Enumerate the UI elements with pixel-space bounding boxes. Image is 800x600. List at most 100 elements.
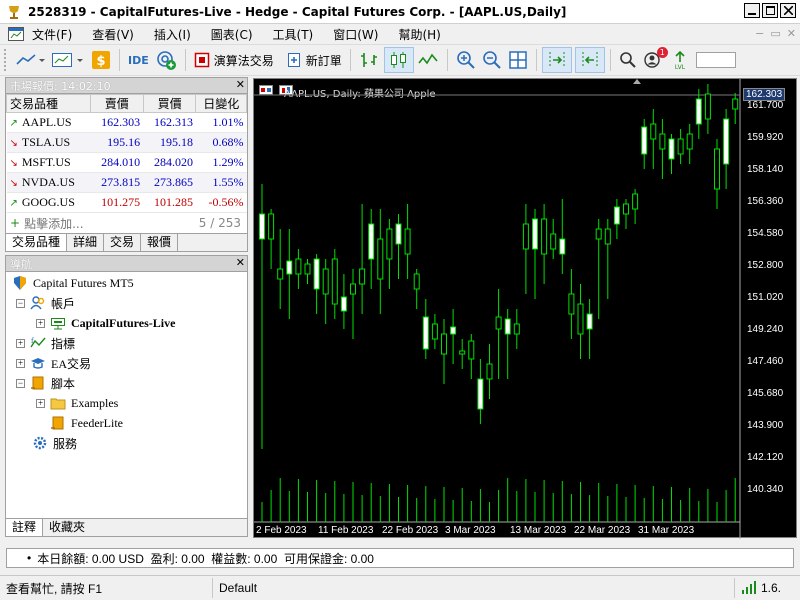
chart-shift-marker[interactable] (633, 79, 641, 84)
nav-indicators[interactable]: + f 指標 (16, 333, 75, 353)
table-row[interactable]: ↘ TSLA.US 195.16 195.18 0.68% (6, 132, 247, 153)
search-button[interactable] (616, 47, 640, 73)
mdi-restore-button[interactable]: ▭ (770, 27, 780, 40)
vps-button[interactable]: LVL (668, 47, 692, 73)
plus-icon: + (10, 216, 21, 230)
expand-icon[interactable]: + (36, 398, 45, 408)
nav-examples[interactable]: + Examples (36, 393, 118, 413)
column-header-change[interactable]: 日變化 (195, 94, 247, 113)
symbol-cell: ↘ TSLA.US (6, 132, 91, 153)
candle-body (677, 138, 684, 155)
tab-trading[interactable]: 交易 (104, 234, 142, 251)
tab-symbols[interactable]: 交易品種 (6, 234, 68, 251)
new-order-icon (287, 53, 300, 67)
candle-body (723, 118, 730, 165)
candle-body (522, 223, 529, 250)
price-axis-label: 159.920 (747, 132, 784, 143)
nav-services[interactable]: 服務 (32, 433, 77, 453)
menu-file[interactable]: 文件(F) (32, 26, 72, 43)
menu-window[interactable]: 窗口(W) (333, 26, 378, 43)
candlestick-button[interactable] (383, 47, 414, 73)
collapse-icon[interactable]: − (16, 298, 25, 308)
expand-icon[interactable]: + (36, 318, 45, 328)
line-chart-button[interactable] (414, 47, 442, 73)
svg-text:LVL: LVL (675, 64, 686, 70)
ide-label: IDE (128, 53, 149, 67)
tab-ticks[interactable]: 報價 (141, 234, 179, 251)
bar-chart-button[interactable] (356, 47, 384, 73)
tile-windows-button[interactable] (505, 47, 531, 73)
menu-charts[interactable]: 圖表(C) (211, 26, 253, 43)
nav-accounts[interactable]: − 帳戶 (16, 293, 75, 313)
candle-body (550, 233, 557, 250)
folder-icon (50, 395, 66, 411)
zoom-out-button[interactable] (479, 47, 505, 73)
mdi-minimize-button[interactable]: − (755, 27, 764, 40)
dollar-button[interactable]: $ (88, 47, 114, 73)
signals-button[interactable] (152, 47, 180, 73)
arrow-up-icon: ↗ (9, 118, 18, 129)
maximize-button[interactable] (762, 3, 778, 18)
ide-button[interactable]: IDE (125, 47, 152, 73)
candle-body (404, 228, 411, 255)
account-summary-bar: • 本日餘額: 0.00 USD 盈利: 0.00 權益數: 0.00 可用保證… (0, 546, 800, 570)
nav-account-live[interactable]: + CapitalFutures-Live (36, 313, 175, 333)
status-connection-segment[interactable]: 1.6. (735, 578, 781, 598)
candle-body (377, 238, 384, 280)
algo-trading-button[interactable]: 演算法交易 (191, 47, 277, 73)
timeframe-button[interactable] (48, 47, 88, 73)
autoscroll-button[interactable] (541, 47, 572, 73)
tab-favorites[interactable]: 收藏夾 (43, 519, 91, 536)
nav-scripts[interactable]: − 腳本 (16, 373, 75, 393)
close-button[interactable] (780, 3, 796, 18)
nav-root[interactable]: Capital Futures MT5 (12, 273, 134, 293)
table-row[interactable]: ↗ AAPL.US 162.303 162.313 1.01% (6, 112, 247, 133)
nav-experts[interactable]: + EA交易 (16, 353, 91, 373)
minimize-button[interactable] (744, 3, 760, 18)
menu-view[interactable]: 查看(V) (92, 26, 134, 43)
expand-icon[interactable]: + (16, 338, 25, 348)
candle-body (340, 296, 347, 312)
candle-body (459, 350, 466, 355)
account-button[interactable]: 1 (640, 47, 668, 73)
candle-body (595, 228, 602, 240)
zoom-in-icon (456, 51, 475, 69)
chart-shift-button[interactable] (574, 47, 605, 73)
collapse-icon[interactable]: − (16, 378, 25, 388)
column-header-symbol[interactable]: 交易品種 (6, 94, 91, 113)
arrow-down-icon: ↘ (9, 158, 18, 169)
nav-examples-label: Examples (71, 395, 119, 410)
status-profile-segment[interactable]: Default (213, 578, 735, 598)
signal-strength-icon (742, 581, 756, 594)
status-bar: 查看幫忙, 請按 F1 Default 1.6. (0, 575, 800, 600)
tab-common[interactable]: 註釋 (6, 519, 44, 536)
price-chart[interactable]: AAPL.US, Daily: 蘋果公司 Apple 162.303 161.7… (253, 78, 798, 539)
tab-details[interactable]: 詳細 (67, 234, 105, 251)
table-row[interactable]: ↗ GOOG.US 101.275 101.285 -0.56% (6, 192, 247, 213)
mdi-close-button[interactable]: ✕ (787, 27, 796, 40)
menu-tools[interactable]: 工具(T) (273, 26, 314, 43)
close-navigator-button[interactable]: ✕ (236, 256, 245, 269)
market-watch-tabs: 交易品種 詳細 交易 報價 (6, 233, 247, 251)
chart-type-button[interactable] (12, 47, 48, 73)
menu-help[interactable]: 幫助(H) (398, 26, 440, 43)
column-header-ask[interactable]: 買價 (142, 94, 197, 113)
close-market-watch-button[interactable]: ✕ (236, 78, 245, 91)
price-axis-label: 140.340 (747, 484, 784, 495)
nav-account-live-label: CapitalFutures-Live (71, 315, 176, 330)
table-row[interactable]: ↘ NVDA.US 273.815 273.865 1.55% (6, 172, 247, 193)
nav-feeder[interactable]: FeederLite (50, 413, 123, 433)
account-summary: • 本日餘額: 0.00 USD 盈利: 0.00 權益數: 0.00 可用保證… (6, 548, 794, 568)
candlestick-plot[interactable] (254, 79, 798, 539)
add-symbol-row[interactable]: + 點擊添加... 5 / 253 (6, 213, 247, 233)
candle-body (350, 283, 356, 295)
toolbar-search-input[interactable] (695, 52, 736, 68)
column-header-bid[interactable]: 賣價 (89, 94, 144, 113)
zoom-in-button[interactable] (453, 47, 479, 73)
new-order-button[interactable]: 新訂單 (283, 47, 345, 73)
expand-icon[interactable]: + (16, 358, 25, 368)
menu-insert[interactable]: 插入(I) (154, 26, 191, 43)
toolbar-grip[interactable] (4, 49, 12, 71)
table-row[interactable]: ↘ MSFT.US 284.010 284.020 1.29% (6, 152, 247, 173)
symbol-cell: ↘ NVDA.US (6, 172, 91, 193)
